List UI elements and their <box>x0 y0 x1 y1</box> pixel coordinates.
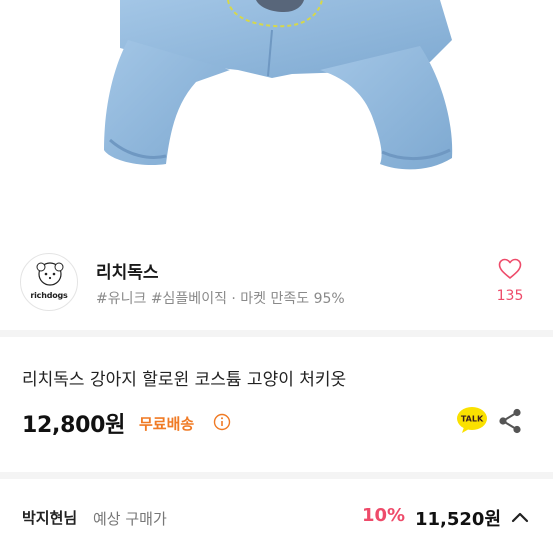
store-tags: #유니크 #심플베이직 · 마켓 만족도 95% <box>96 291 345 307</box>
store-logo[interactable]: richdogs <box>20 253 78 311</box>
product-title: 리치독스 강아지 할로윈 코스튬 고양이 처키옷 <box>22 370 347 390</box>
section-divider <box>0 472 553 479</box>
expand-price-button[interactable] <box>508 507 532 527</box>
share-button[interactable] <box>498 408 522 434</box>
expected-price-label: 예상 구매가 <box>93 510 167 528</box>
talk-icon-label: TALK <box>461 415 484 424</box>
dog-logo-icon <box>36 262 64 286</box>
product-photo <box>104 0 453 170</box>
talk-button[interactable]: TALK <box>456 406 488 434</box>
chevron-up-icon <box>511 512 529 523</box>
info-icon[interactable] <box>213 413 231 431</box>
free-shipping-badge: 무료배송 <box>139 415 195 433</box>
heart-icon <box>498 258 522 279</box>
talk-icon: TALK <box>457 407 487 433</box>
product-image <box>0 0 553 238</box>
product-price: 12,800원 <box>22 413 126 438</box>
store-logo-text: richdogs <box>30 291 68 300</box>
like-count: 135 <box>496 288 524 304</box>
like-button[interactable]: 135 <box>493 256 527 306</box>
section-divider <box>0 330 553 337</box>
expected-price: 11,520원 <box>415 509 502 530</box>
discount-rate: 10% <box>362 505 406 526</box>
store-name[interactable]: 리치독스 <box>96 258 159 283</box>
buyer-name: 박지현님 <box>22 509 78 527</box>
share-icon <box>499 408 521 434</box>
